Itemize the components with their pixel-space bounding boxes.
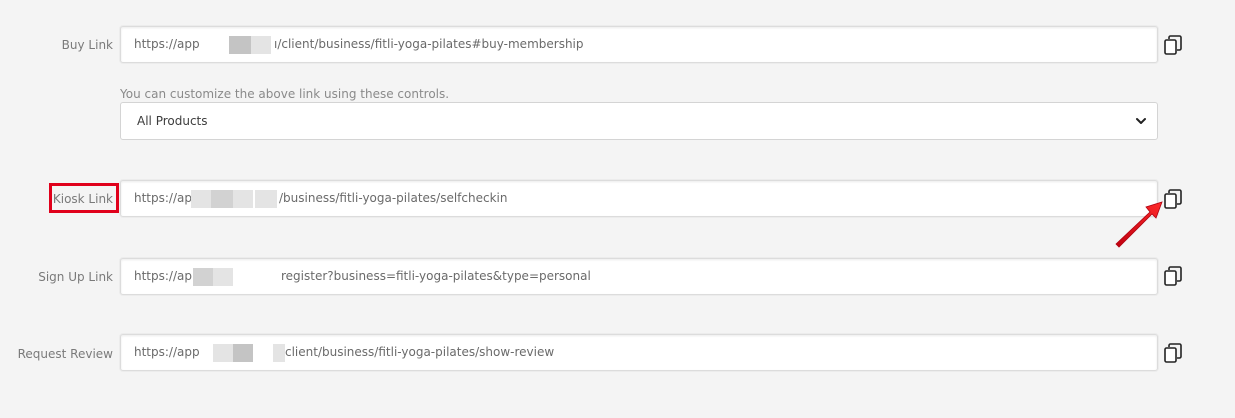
redacted-block [193, 268, 213, 286]
review-link-prefix: https://app [134, 345, 200, 359]
signup-link-label: Sign Up Link [38, 270, 113, 284]
redacted-block [229, 36, 251, 54]
redacted-block [273, 344, 285, 362]
redacted-block [255, 190, 277, 208]
copy-icon[interactable] [1164, 266, 1182, 286]
kiosk-link-prefix: https://app [134, 191, 200, 205]
annotation-arrow-icon [1115, 201, 1163, 248]
redacted-block [233, 190, 253, 208]
review-link-label: Request Review [17, 347, 113, 361]
redacted-block [213, 268, 233, 286]
signup-link-field[interactable]: https://app register?business=fitli-yoga… [120, 258, 1158, 295]
redacted-block [251, 36, 271, 54]
buy-link-prefix: https://app [134, 37, 200, 51]
kiosk-label-highlight [49, 183, 119, 213]
buy-link-field[interactable]: https://app ı/client/business/fitli-yoga… [120, 26, 1158, 63]
kiosk-link-suffix: /business/fitli-yoga-pilates/selfcheckin [279, 191, 508, 205]
copy-icon[interactable] [1164, 343, 1182, 363]
redacted-block [213, 344, 233, 362]
copy-icon[interactable] [1164, 35, 1182, 55]
signup-link-suffix: register?business=fitli-yoga-pilates&typ… [281, 269, 591, 283]
buy-link-label: Buy Link [61, 38, 113, 52]
review-link-field[interactable]: https://app client/business/fitli-yoga-p… [120, 334, 1158, 371]
customize-hint: You can customize the above link using t… [120, 87, 450, 101]
chevron-down-icon [1136, 118, 1146, 124]
review-link-suffix: client/business/fitli-yoga-pilates/show-… [285, 345, 555, 359]
kiosk-link-field[interactable]: https://app /business/fitli-yoga-pilates… [120, 180, 1158, 217]
redacted-block [211, 190, 233, 208]
signup-link-prefix: https://app [134, 269, 200, 283]
redacted-block [233, 344, 253, 362]
product-select[interactable]: All Products [120, 102, 1158, 140]
buy-link-suffix: ı/client/business/fitli-yoga-pilates#buy… [274, 37, 584, 51]
redacted-block [191, 190, 211, 208]
product-select-value: All Products [137, 114, 208, 128]
